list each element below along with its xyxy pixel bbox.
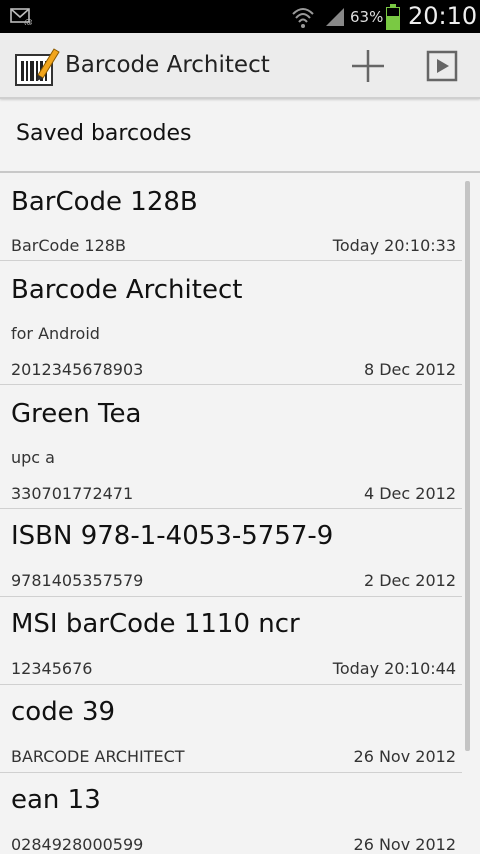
item-title: ean 13	[11, 785, 101, 815]
list-item[interactable]: BarCode 128B BarCode 128B Today 20:10:33	[0, 173, 462, 261]
list-item[interactable]: ISBN 978-1-4053-5757-9 9781405357579 2 D…	[0, 509, 462, 597]
action-bar: Barcode Architect	[0, 33, 480, 99]
clock: 20:10	[408, 2, 478, 30]
item-title: Barcode Architect	[11, 275, 243, 305]
mail-icon: @	[10, 8, 32, 25]
item-title: Green Tea	[11, 399, 142, 429]
item-code: 330701772471	[11, 484, 134, 503]
item-code: 2012345678903	[11, 360, 144, 379]
item-description: for Android	[11, 324, 100, 343]
item-date: 8 Dec 2012	[363, 360, 456, 379]
item-date: 26 Nov 2012	[353, 747, 456, 766]
list-item[interactable]: Barcode Architect for Android 2012345678…	[0, 261, 462, 385]
section-header: Saved barcodes	[0, 99, 480, 173]
svg-text:@: @	[24, 18, 32, 25]
scrollbar[interactable]	[465, 181, 470, 751]
barcode-app-icon[interactable]	[14, 45, 60, 89]
item-date: 4 Dec 2012	[363, 484, 456, 503]
item-code: BarCode 128B	[11, 236, 126, 255]
list-item[interactable]: ean 13 0284928000599 26 Nov 2012	[0, 773, 462, 854]
app-title: Barcode Architect	[65, 52, 270, 78]
signal-icon	[326, 8, 344, 26]
play-icon[interactable]	[420, 43, 466, 89]
item-code: 0284928000599	[11, 835, 144, 854]
item-title: MSI barCode 1110 ncr	[11, 609, 300, 639]
add-icon[interactable]	[344, 43, 392, 89]
list-item[interactable]: MSI barCode 1110 ncr 12345676 Today 20:1…	[0, 597, 462, 685]
battery-icon	[386, 4, 400, 30]
item-date: 26 Nov 2012	[353, 835, 456, 854]
item-date: Today 20:10:44	[332, 659, 456, 678]
section-title: Saved barcodes	[16, 121, 192, 146]
item-code: 9781405357579	[11, 571, 144, 590]
item-title: BarCode 128B	[11, 187, 198, 217]
status-bar: @ 63% 20:10	[0, 0, 480, 33]
item-date: 2 Dec 2012	[363, 571, 456, 590]
item-title: ISBN 978-1-4053-5757-9	[11, 521, 334, 551]
list-item[interactable]: Green Tea upc a 330701772471 4 Dec 2012	[0, 385, 462, 509]
list-item[interactable]: code 39 BARCODE ARCHITECT 26 Nov 2012	[0, 685, 462, 773]
item-code: BARCODE ARCHITECT	[11, 747, 185, 766]
item-code: 12345676	[11, 659, 93, 678]
item-description: upc a	[11, 448, 55, 467]
saved-barcodes-list: BarCode 128B BarCode 128B Today 20:10:33…	[0, 173, 480, 854]
item-date: Today 20:10:33	[332, 236, 456, 255]
wifi-icon	[292, 8, 314, 28]
battery-percent: 63%	[350, 8, 384, 26]
item-title: code 39	[11, 697, 116, 727]
